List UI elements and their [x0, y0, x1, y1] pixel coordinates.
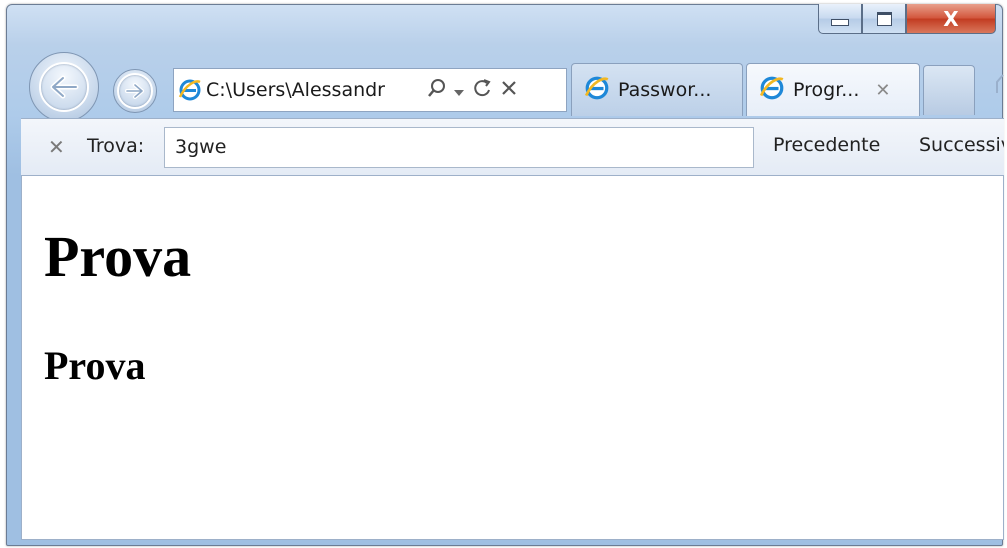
- browser-window: X C:\Users\Alessandr Passwor... Progr...…: [6, 4, 1005, 546]
- back-button[interactable]: [29, 52, 99, 122]
- home-icon-partial[interactable]: [995, 73, 1005, 100]
- tab-close-icon[interactable]: ✕: [875, 80, 890, 101]
- maximize-button[interactable]: [862, 4, 906, 34]
- find-bar: ✕ Trova: 3gwe Precedente Successivo: [21, 118, 1004, 176]
- page-heading-1: Prova: [44, 224, 192, 289]
- ie-page-icon: [174, 78, 206, 102]
- dropdown-icon[interactable]: [454, 78, 464, 102]
- tab-progr[interactable]: Progr... ✕: [746, 63, 920, 116]
- forward-button[interactable]: [113, 69, 157, 113]
- ie-icon: [759, 75, 785, 106]
- refresh-icon[interactable]: [472, 78, 492, 103]
- ie-icon: [584, 75, 610, 106]
- tab-passwor[interactable]: Passwor...: [571, 63, 743, 116]
- minimize-button[interactable]: [818, 4, 862, 34]
- tab-label: Passwor...: [618, 79, 712, 101]
- new-tab-button[interactable]: [923, 65, 975, 115]
- back-arrow-icon: [39, 62, 89, 112]
- maximize-icon: [876, 11, 892, 26]
- find-close-icon[interactable]: ✕: [48, 135, 65, 159]
- url-text[interactable]: C:\Users\Alessandr: [206, 79, 416, 101]
- minimize-icon: [831, 19, 849, 26]
- address-bar[interactable]: C:\Users\Alessandr: [173, 68, 567, 112]
- find-label: Trova:: [87, 135, 145, 157]
- find-previous-button[interactable]: Precedente: [773, 134, 880, 156]
- page-heading-2: Prova: [44, 343, 146, 388]
- search-icon[interactable]: [426, 78, 446, 103]
- address-tools: [426, 78, 518, 103]
- close-icon: X: [943, 6, 959, 31]
- tab-label: Progr...: [793, 79, 860, 101]
- stop-icon[interactable]: [500, 78, 518, 102]
- forward-arrow-icon: [117, 73, 153, 109]
- find-next-button[interactable]: Successivo: [919, 134, 1004, 156]
- find-input[interactable]: 3gwe: [164, 127, 754, 168]
- close-window-button[interactable]: X: [906, 4, 996, 34]
- window-caption-buttons: X: [818, 4, 996, 38]
- page-content: Prova Prova: [21, 176, 1004, 540]
